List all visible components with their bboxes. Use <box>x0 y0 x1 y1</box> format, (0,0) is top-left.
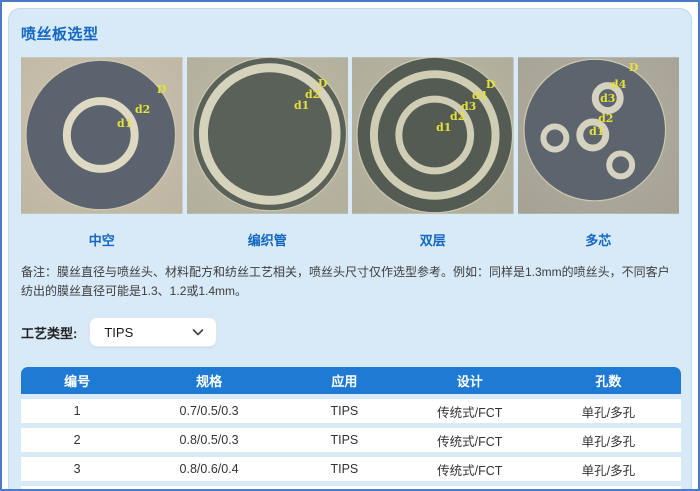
annotation-d1: d1 <box>117 117 132 130</box>
cell-spec: 0.8/0.6/0.4 <box>133 462 285 476</box>
cell-holes: 单孔/多孔 <box>536 460 681 479</box>
cell-design: 传统式/FCT <box>404 460 536 479</box>
cell-number: 1 <box>21 404 133 418</box>
annotation-d2: d2 <box>135 103 150 116</box>
annotation-D: D <box>628 61 638 74</box>
col-header-spec: 规格 <box>133 371 285 390</box>
cell-holes: 单孔/多孔 <box>536 431 681 450</box>
table-row: 2 0.8/0.5/0.3 TIPS 传统式/FCT 单孔/多孔 <box>21 428 681 452</box>
caption-multi-core: 多芯 <box>518 230 680 249</box>
note-text: 备注：膜丝直径与喷丝头、材料配方和纺丝工艺相关，喷丝头尺寸仅作选型参考。例如：同… <box>21 263 679 301</box>
col-header-application: 应用 <box>285 371 404 390</box>
process-type-label: 工艺类型: <box>21 323 77 342</box>
spinneret-photo-double-layer: D d4 d3 d2 d1 <box>352 57 514 214</box>
annotation-d1: d1 <box>294 99 309 112</box>
table-row: 3 0.8/0.6/0.4 TIPS 传统式/FCT 单孔/多孔 <box>21 457 681 481</box>
cell-design: 传统式/FCT <box>404 431 536 450</box>
annotation-d1: d1 <box>589 125 604 138</box>
annotation-D: D <box>157 83 167 96</box>
content-panel: 喷丝板选型 D d2 d1 <box>8 8 692 491</box>
spinneret-gallery: D d2 d1 D d2 d1 <box>21 57 679 214</box>
annotation-d4: d4 <box>611 78 627 91</box>
table-header-row: 编号 规格 应用 设计 孔数 <box>21 367 681 394</box>
cell-application: TIPS <box>285 404 404 418</box>
gallery-captions: 中空 编织管 双层 多芯 <box>21 230 679 249</box>
col-header-design: 设计 <box>404 371 536 390</box>
spinneret-photo-braided: D d2 d1 <box>187 57 349 214</box>
annotation-d2: d2 <box>450 110 465 123</box>
page-title: 喷丝板选型 <box>21 23 679 44</box>
caption-double-layer: 双层 <box>352 230 514 249</box>
table-row: 1 0.7/0.5/0.3 TIPS 传统式/FCT 单孔/多孔 <box>21 399 681 423</box>
cell-design: 传统式/FCT <box>404 402 536 421</box>
cell-application: TIPS <box>285 462 404 476</box>
cell-spec: 0.7/0.5/0.3 <box>133 404 285 418</box>
process-type-select[interactable]: TIPS <box>89 317 217 347</box>
process-type-row: 工艺类型: TIPS <box>21 317 679 347</box>
process-type-selected-value: TIPS <box>104 325 192 340</box>
app-frame: 喷丝板选型 D d2 d1 <box>0 0 700 491</box>
annotation-d1: d1 <box>436 121 451 134</box>
spec-table: 编号 规格 应用 设计 孔数 1 0.7/0.5/0.3 TIPS 传统式/FC… <box>21 367 681 491</box>
col-header-number: 编号 <box>21 371 133 390</box>
annotation-d2: d2 <box>598 112 613 125</box>
cell-number: 2 <box>21 433 133 447</box>
cell-holes: 单孔/多孔 <box>536 402 681 421</box>
spinneret-photo-hollow: D d2 d1 <box>21 57 183 214</box>
caption-braided: 编织管 <box>187 230 349 249</box>
cell-number: 3 <box>21 462 133 476</box>
cell-spec: 0.8/0.5/0.3 <box>133 433 285 447</box>
caption-hollow: 中空 <box>21 230 183 249</box>
col-header-holes: 孔数 <box>536 371 681 390</box>
annotation-d3: d3 <box>600 92 615 105</box>
cell-application: TIPS <box>285 433 404 447</box>
spinneret-photo-multi-core: D d4 d3 d2 d1 <box>518 57 680 214</box>
chevron-down-icon <box>192 328 204 337</box>
annotation-D: D <box>486 78 496 91</box>
table-row: 4 1.0/0.8/0.5 TIPS 传统式/FCT 单孔/多孔 <box>21 486 681 491</box>
